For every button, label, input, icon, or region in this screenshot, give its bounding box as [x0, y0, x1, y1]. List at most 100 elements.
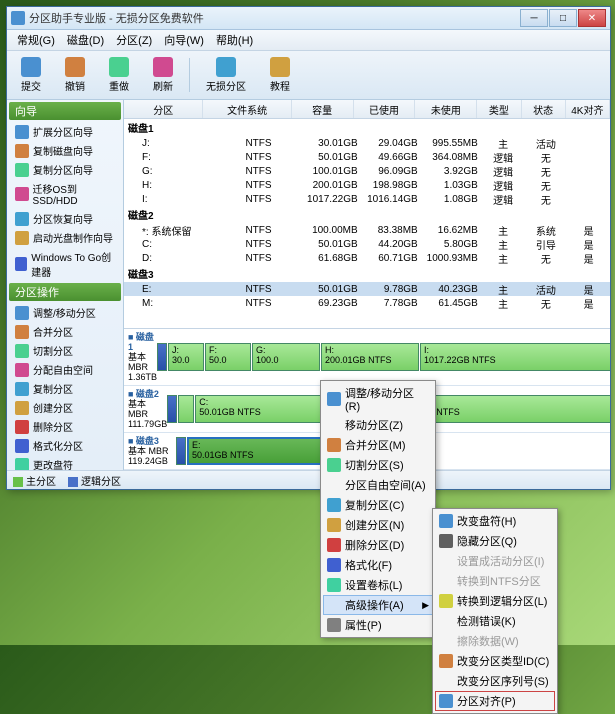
- titlebar: 分区助手专业版 - 无损分区免费软件 ─ □ ✕: [7, 7, 610, 30]
- column-header[interactable]: 状态: [522, 100, 566, 118]
- disk-head: [157, 343, 167, 371]
- menu-item[interactable]: 分区(Z): [110, 30, 158, 50]
- context-menu-item[interactable]: 属性(P): [323, 615, 433, 635]
- column-header[interactable]: 类型: [477, 100, 521, 118]
- context-menu-item[interactable]: 删除分区(D): [323, 535, 433, 555]
- sidebar-item[interactable]: Windows To Go创建器: [7, 247, 123, 281]
- partition-table: 磁盘1 J: NTFS 30.01GB 29.04GB 995.55MB 主 活…: [124, 119, 610, 328]
- partition-block[interactable]: H:200.01GB NTFS: [321, 343, 419, 371]
- partition-block[interactable]: G:100.0: [252, 343, 320, 371]
- sidebar: 向导扩展分区向导复制磁盘向导复制分区向导迁移OS到SSD/HDD分区恢复向导启动…: [7, 100, 124, 470]
- disk-head: [167, 395, 177, 423]
- sidebar-group-header[interactable]: 分区操作: [9, 283, 121, 301]
- menubar: 常规(G)磁盘(D)分区(Z)向导(W)帮助(H): [7, 30, 610, 51]
- table-header: 分区文件系统容量已使用未使用类型状态4K对齐: [124, 100, 610, 119]
- context-menu-item[interactable]: 切割分区(S): [323, 455, 433, 475]
- partition-block[interactable]: J:30.0: [168, 343, 204, 371]
- toolbar-button[interactable]: 无损分区: [198, 55, 254, 95]
- sidebar-item[interactable]: 复制分区: [7, 379, 123, 398]
- sidebar-item[interactable]: 切割分区: [7, 341, 123, 360]
- column-header[interactable]: 文件系统: [203, 100, 291, 118]
- partition-block[interactable]: I:1017.22GB NTFS: [420, 343, 610, 371]
- sidebar-item[interactable]: 扩展分区向导: [7, 122, 123, 141]
- window-title: 分区助手专业版 - 无损分区免费软件: [29, 10, 520, 26]
- legend-logical: 逻辑分区: [68, 473, 121, 488]
- toolbar: 提交撤销重做刷新无损分区教程: [7, 51, 610, 100]
- sidebar-item[interactable]: 更改盘符: [7, 455, 123, 470]
- menu-item[interactable]: 帮助(H): [210, 30, 259, 50]
- context-submenu: 改变盘符(H) 隐藏分区(Q) 设置成活动分区(I) 转换到NTFS分区 转换到…: [432, 508, 558, 714]
- toolbar-button[interactable]: 教程: [262, 55, 298, 95]
- sidebar-item[interactable]: 分配自由空间: [7, 360, 123, 379]
- partition-row[interactable]: M: NTFS 69.23GB 7.78GB 61.45GB 主 无 是: [124, 296, 610, 310]
- context-menu-item[interactable]: 创建分区(N): [323, 515, 433, 535]
- partition-row[interactable]: H: NTFS 200.01GB 198.98GB 1.03GB 逻辑 无: [124, 178, 610, 192]
- disk-map-label: ■ 磁盘1基本 MBR1.36TB: [128, 332, 157, 382]
- context-menu-item[interactable]: 合并分区(M): [323, 435, 433, 455]
- menu-item[interactable]: 向导(W): [158, 30, 210, 50]
- context-menu-item[interactable]: 移动分区(Z): [323, 415, 433, 435]
- sidebar-item[interactable]: 调整/移动分区: [7, 303, 123, 322]
- sidebar-item[interactable]: 格式化分区: [7, 436, 123, 455]
- partition-row[interactable]: I: NTFS 1017.22GB 1016.14GB 1.08GB 逻辑 无: [124, 192, 610, 206]
- toolbar-button[interactable]: 重做: [101, 55, 137, 95]
- partition-row[interactable]: D: NTFS 61.68GB 60.71GB 1000.93MB 主 无 是: [124, 251, 610, 265]
- sidebar-item[interactable]: 分区恢复向导: [7, 209, 123, 228]
- partition-row[interactable]: G: NTFS 100.01GB 96.09GB 3.92GB 逻辑 无: [124, 164, 610, 178]
- sidebar-item[interactable]: 复制分区向导: [7, 160, 123, 179]
- context-menu-item[interactable]: 分区自由空间(A): [323, 475, 433, 495]
- legend-primary: 主分区: [13, 473, 56, 488]
- context-menu: 调整/移动分区(R) 移动分区(Z) 合并分区(M) 切割分区(S) 分区自由空…: [320, 380, 436, 638]
- toolbar-button[interactable]: 撤销: [57, 55, 93, 95]
- context-menu-item[interactable]: 高级操作(A) ▶: [323, 595, 433, 615]
- toolbar-button[interactable]: 提交: [13, 55, 49, 95]
- context-menu-item[interactable]: 复制分区(C): [323, 495, 433, 515]
- context-menu-item[interactable]: 转换到逻辑分区(L): [435, 591, 555, 611]
- sidebar-item[interactable]: 创建分区: [7, 398, 123, 417]
- context-menu-item[interactable]: 调整/移动分区(R): [323, 383, 433, 415]
- context-menu-item[interactable]: 改变盘符(H): [435, 511, 555, 531]
- disk-group-label: 磁盘3: [124, 265, 610, 282]
- context-menu-item[interactable]: 检测错误(K): [435, 611, 555, 631]
- sidebar-item[interactable]: 删除分区: [7, 417, 123, 436]
- partition-row[interactable]: C: NTFS 50.01GB 44.20GB 5.80GB 主 引导 是: [124, 237, 610, 251]
- menu-item[interactable]: 磁盘(D): [61, 30, 110, 50]
- column-header[interactable]: 容量: [292, 100, 354, 118]
- context-menu-item[interactable]: 隐藏分区(Q): [435, 531, 555, 551]
- column-header[interactable]: 已使用: [354, 100, 416, 118]
- partition-block[interactable]: F:50.0: [205, 343, 251, 371]
- partition-block[interactable]: [178, 395, 194, 423]
- disk-group-label: 磁盘1: [124, 119, 610, 136]
- context-menu-item[interactable]: 改变分区类型ID(C): [435, 651, 555, 671]
- context-menu-item[interactable]: 分区对齐(P): [435, 691, 555, 711]
- partition-row[interactable]: *: 系统保留 NTFS 100.00MB 83.38MB 16.62MB 主 …: [124, 223, 610, 237]
- disk-head: [176, 437, 186, 465]
- partition-row[interactable]: J: NTFS 30.01GB 29.04GB 995.55MB 主 活动: [124, 136, 610, 150]
- main-window: 分区助手专业版 - 无损分区免费软件 ─ □ ✕ 常规(G)磁盘(D)分区(Z)…: [6, 6, 611, 490]
- maximize-button[interactable]: □: [549, 9, 577, 27]
- close-button[interactable]: ✕: [578, 9, 606, 27]
- disk-group-label: 磁盘2: [124, 206, 610, 223]
- sidebar-item[interactable]: 合并分区: [7, 322, 123, 341]
- column-header[interactable]: 4K对齐: [566, 100, 610, 118]
- statusbar: 主分区 逻辑分区: [7, 470, 610, 489]
- column-header[interactable]: 分区: [124, 100, 203, 118]
- disk-map-row: ■ 磁盘1基本 MBR1.36TB J:30.0F:50.0G:100.0H:2…: [124, 329, 610, 386]
- context-menu-item[interactable]: 格式化(F): [323, 555, 433, 575]
- context-menu-item[interactable]: 擦除数据(W): [435, 631, 555, 651]
- minimize-button[interactable]: ─: [520, 9, 548, 27]
- column-header[interactable]: 未使用: [415, 100, 477, 118]
- toolbar-button[interactable]: 刷新: [145, 55, 181, 95]
- sidebar-item[interactable]: 启动光盘制作向导: [7, 228, 123, 247]
- sidebar-item[interactable]: 迁移OS到SSD/HDD: [7, 179, 123, 209]
- partition-row[interactable]: E: NTFS 50.01GB 9.78GB 40.23GB 主 活动 是: [124, 282, 610, 296]
- partition-row[interactable]: F: NTFS 50.01GB 49.66GB 364.08MB 逻辑 无: [124, 150, 610, 164]
- context-menu-item[interactable]: 设置卷标(L): [323, 575, 433, 595]
- context-menu-item[interactable]: 改变分区序列号(S): [435, 671, 555, 691]
- context-menu-item[interactable]: 设置成活动分区(I): [435, 551, 555, 571]
- context-menu-item[interactable]: 转换到NTFS分区: [435, 571, 555, 591]
- disk-map-label: ■ 磁盘3基本 MBR119.24GB: [128, 436, 176, 466]
- sidebar-item[interactable]: 复制磁盘向导: [7, 141, 123, 160]
- sidebar-group-header[interactable]: 向导: [9, 102, 121, 120]
- menu-item[interactable]: 常规(G): [11, 30, 61, 50]
